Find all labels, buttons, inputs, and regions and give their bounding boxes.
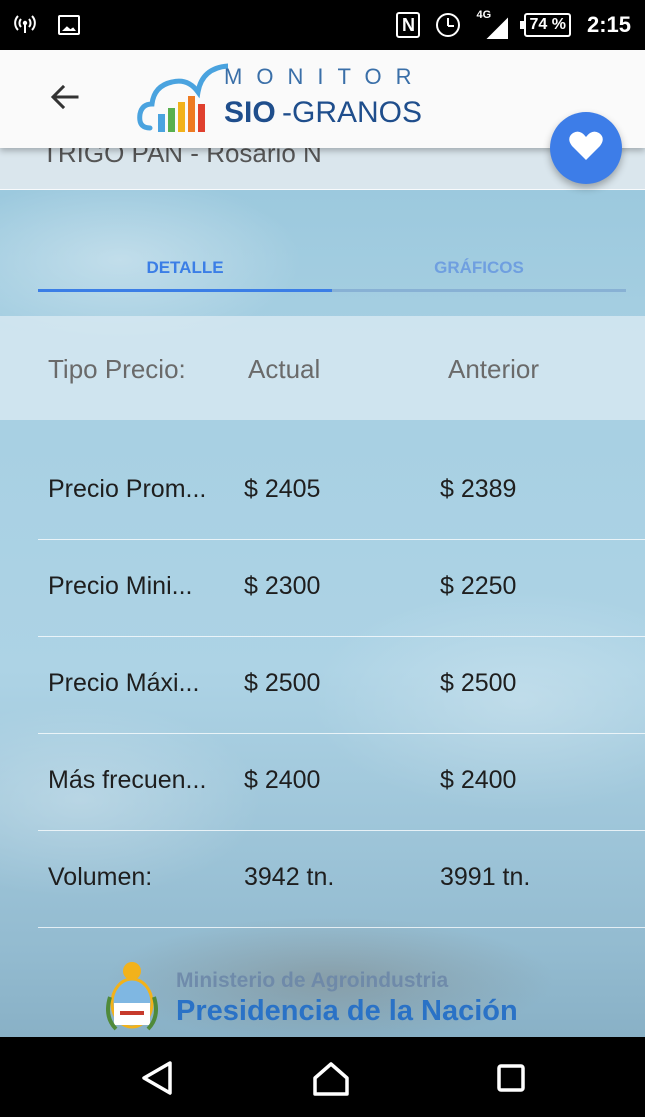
nav-back-icon [142, 1061, 172, 1095]
nfc-icon: N [396, 12, 421, 38]
price-table: Precio Prom... $ 2405 $ 2389 Precio Mini… [0, 443, 645, 928]
signal-icon: 4G [476, 9, 509, 39]
logo-sio-text: SIO [224, 96, 276, 129]
app-bar: MONITOR SIO -GRANOS [0, 50, 645, 148]
tab-detalle[interactable]: DETALLE [38, 250, 332, 292]
nav-recents-icon [497, 1064, 525, 1092]
subtitle-strip: TRIGO PAN - Rosario N [0, 148, 645, 190]
tab-bar: DETALLE GRÁFICOS [38, 250, 626, 292]
tab-graficos-label: GRÁFICOS [434, 258, 524, 277]
table-row: Precio Prom... $ 2405 $ 2389 [0, 443, 645, 540]
cloud-chart-logo-icon [137, 63, 228, 132]
table-row: Precio Mini... $ 2300 $ 2250 [0, 540, 645, 637]
row-anterior: $ 2389 [440, 475, 517, 503]
presidency-text: Presidencia de la Nación [176, 995, 518, 1027]
header-tipo-precio: Tipo Precio: [48, 354, 186, 384]
row-actual: $ 2405 [244, 475, 321, 503]
footer-branding: Ministerio de Agroindustria Presidencia … [106, 955, 576, 1037]
status-bar: N 4G 74 % 2:15 [0, 0, 645, 50]
row-actual: $ 2500 [244, 669, 321, 697]
row-anterior: $ 2250 [440, 572, 517, 600]
row-label: Precio Máxi... [48, 669, 200, 697]
nav-home-icon [313, 1062, 349, 1096]
row-anterior: $ 2400 [440, 766, 517, 794]
row-actual: 3942 tn. [244, 863, 335, 891]
tab-detalle-label: DETALLE [146, 258, 224, 277]
alarm-icon [436, 13, 461, 37]
nav-recents-button[interactable] [488, 1055, 534, 1101]
table-row: Precio Máxi... $ 2500 $ 2500 [0, 637, 645, 734]
row-anterior: $ 2500 [440, 669, 517, 697]
row-actual: $ 2300 [244, 572, 321, 600]
logo-granos-text: -GRANOS [282, 96, 423, 129]
nav-home-button[interactable] [308, 1055, 354, 1101]
heart-icon [568, 130, 604, 167]
back-button[interactable] [40, 74, 90, 124]
row-anterior: 3991 tn. [440, 863, 531, 891]
battery-icon: 74 % [520, 13, 571, 37]
product-subtitle: TRIGO PAN - Rosario N [42, 148, 322, 168]
arrow-left-icon [49, 81, 81, 118]
battery-level: 74 % [529, 16, 566, 33]
tab-graficos[interactable]: GRÁFICOS [332, 250, 626, 292]
clock: 2:15 [586, 12, 631, 37]
national-seal-icon [106, 962, 158, 1031]
network-type: 4G [476, 9, 492, 21]
ministry-text: Ministerio de Agroindustria [176, 969, 449, 992]
image-icon [58, 15, 80, 35]
header-anterior: Anterior [448, 354, 540, 384]
header-actual: Actual [248, 354, 321, 384]
wifi-hotspot-icon [14, 12, 36, 38]
tab-rail [332, 289, 626, 292]
row-label: Precio Prom... [48, 475, 207, 503]
row-label: Precio Mini... [48, 572, 193, 600]
favorite-button[interactable] [550, 112, 622, 184]
table-row: Volumen: 3942 tn. 3991 tn. [0, 831, 645, 928]
table-header: Tipo Precio: Actual Anterior [0, 316, 645, 420]
app-logo: MONITOR SIO -GRANOS [136, 58, 436, 138]
table-row: Más frecuen... $ 2400 $ 2400 [0, 734, 645, 831]
logo-monitor-text: MONITOR [224, 64, 426, 89]
nav-back-button[interactable] [134, 1055, 180, 1101]
tab-active-indicator [38, 289, 332, 292]
row-label: Más frecuen... [48, 766, 207, 794]
row-label: Volumen: [48, 863, 153, 891]
system-nav-bar [0, 1037, 645, 1117]
row-actual: $ 2400 [244, 766, 321, 794]
